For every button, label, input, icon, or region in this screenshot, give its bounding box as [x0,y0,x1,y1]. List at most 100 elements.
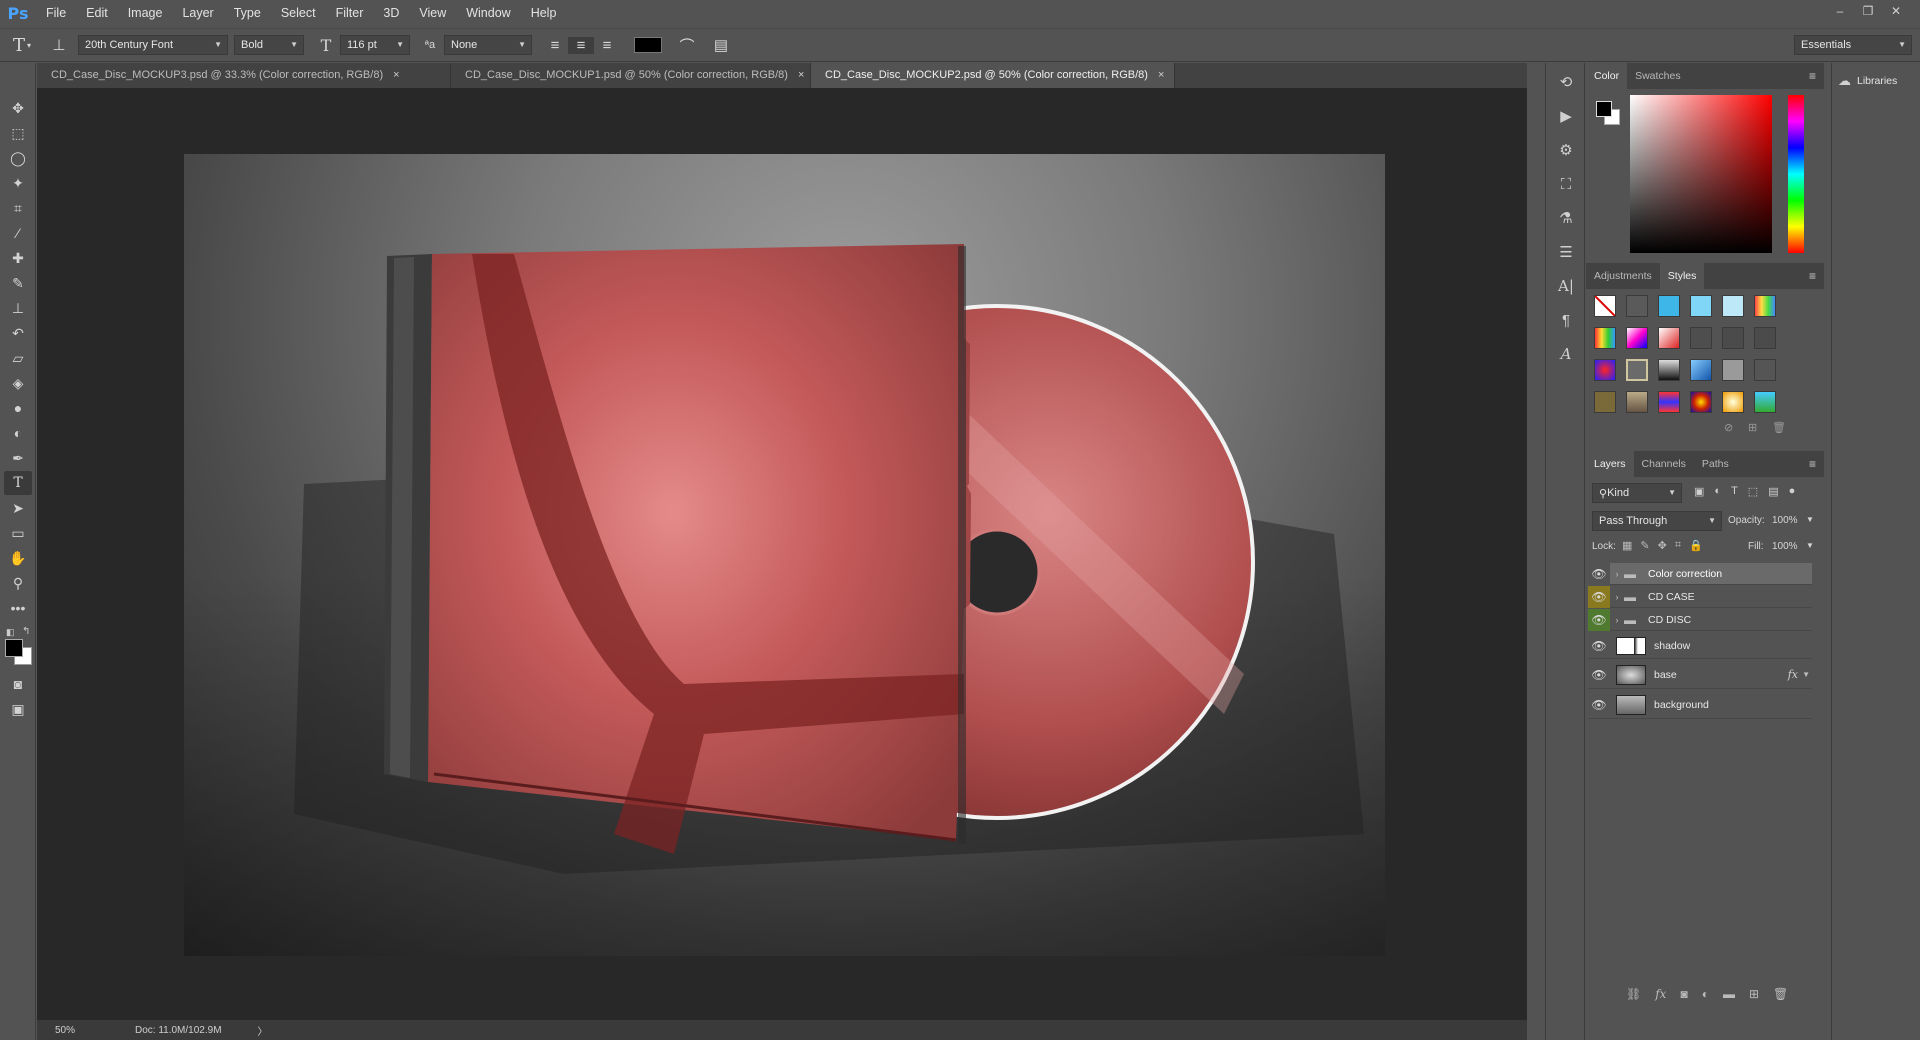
fx-expand-icon[interactable]: ▼ [1802,670,1810,679]
brush-tool-icon[interactable]: ✎ [4,271,32,295]
marquee-tool-icon[interactable]: ⬚ [4,121,32,145]
opacity-value[interactable]: 100% [1772,515,1798,526]
color-field[interactable] [1630,95,1772,253]
eraser-tool-icon[interactable]: ▱ [4,346,32,370]
align-right-icon[interactable]: ≡ [594,37,620,54]
menu-3d[interactable]: 3D [373,0,409,27]
workspace-select[interactable]: Essentials ▼ [1794,35,1912,55]
panel-menu-icon[interactable]: ≡ [1809,69,1816,83]
paint-bucket-tool-icon[interactable]: ◈ [4,371,32,395]
close-tab-icon[interactable]: × [798,63,804,88]
style-swatch[interactable] [1690,391,1712,413]
style-swatch[interactable] [1690,327,1712,349]
style-swatch[interactable] [1754,327,1776,349]
canvas-viewport[interactable] [37,88,1527,1008]
style-swatch[interactable] [1658,359,1680,381]
foreground-color-swatch[interactable] [5,639,23,657]
style-swatch[interactable] [1626,391,1648,413]
link-layers-icon[interactable]: ⛓ [1626,987,1641,1001]
style-swatch[interactable] [1690,295,1712,317]
status-arrow-icon[interactable]: 〉 [258,1023,268,1038]
visibility-eye-icon[interactable]: 👁 [1588,585,1610,608]
style-swatch[interactable] [1754,295,1776,317]
fill-value[interactable]: 100% [1772,541,1798,552]
adjust-sliders-icon[interactable]: ☰ [1550,237,1582,267]
new-layer-icon[interactable]: ⊞ [1749,987,1759,1001]
close-tab-icon[interactable]: × [1158,63,1164,88]
visibility-eye-icon[interactable]: 👁 [1588,608,1610,631]
layer-row[interactable]: 👁 shadow [1588,633,1812,659]
font-family-select[interactable]: 20th Century Font ▼ [78,35,228,55]
style-swatch[interactable] [1722,359,1744,381]
tab-channels[interactable]: Channels [1634,451,1694,477]
character-panel-icon[interactable]: ▤ [706,36,736,54]
style-swatch[interactable] [1626,327,1648,349]
style-swatch[interactable] [1626,359,1648,381]
antialias-select[interactable]: None ▼ [444,35,532,55]
document-tab[interactable]: CD_Case_Disc_MOCKUP3.psd @ 33.3% (Color … [37,63,451,88]
new-adjustment-icon[interactable]: ◐ [1702,987,1709,1001]
eyedropper-tool-icon[interactable]: ⁄ [4,221,32,245]
visibility-eye-icon[interactable]: 👁 [1588,694,1610,716]
visibility-eye-icon[interactable]: 👁 [1588,664,1610,686]
character-icon[interactable]: A| [1550,271,1582,301]
tab-styles[interactable]: Styles [1659,263,1705,289]
tab-layers[interactable]: Layers [1586,451,1634,477]
hand-tool-icon[interactable]: ✋ [4,546,32,570]
filter-type-icon[interactable]: T [1731,485,1738,498]
tab-adjustments[interactable]: Adjustments [1586,263,1660,289]
actions-play-icon[interactable]: ▶ [1550,101,1582,131]
menu-type[interactable]: Type [224,0,271,27]
type-tool-icon[interactable]: T [4,471,32,495]
lock-transparent-icon[interactable]: ▦ [1622,539,1632,552]
filter-pixel-icon[interactable]: ▣ [1694,485,1704,498]
menu-window[interactable]: Window [456,0,520,27]
blur-tool-icon[interactable]: ● [4,396,32,420]
move-tool-icon[interactable]: ✥ [4,96,32,120]
style-swatch[interactable] [1594,327,1616,349]
tab-swatches[interactable]: Swatches [1627,63,1689,89]
document-canvas[interactable] [184,154,1385,956]
layer-row[interactable]: 👁 › ▬ CD DISC [1588,608,1812,631]
close-tab-icon[interactable]: × [393,63,399,88]
align-left-icon[interactable]: ≡ [542,37,568,54]
delete-style-icon[interactable]: 🗑 [1772,421,1786,434]
screen-mode-icon[interactable]: ▣ [4,697,32,721]
zoom-tool-icon[interactable]: ⚲ [4,571,32,595]
style-swatch[interactable] [1594,359,1616,381]
doc-size[interactable]: Doc: 11.0M/102.9M [135,1025,222,1036]
delete-layer-icon[interactable]: 🗑 [1773,987,1788,1001]
document-tab[interactable]: CD_Case_Disc_MOCKUP1.psd @ 50% (Color co… [451,63,811,88]
expand-chevron-icon[interactable]: › [1610,615,1624,625]
lock-image-icon[interactable]: ✎ [1640,539,1649,552]
layer-row[interactable]: 👁 background [1588,691,1812,719]
canvas-scrollbar[interactable] [1527,63,1545,1020]
lock-position-icon[interactable]: ✥ [1658,539,1667,552]
type-tool-preset-icon[interactable]: T ▾ [0,35,44,56]
visibility-eye-icon[interactable]: 👁 [1588,635,1610,657]
pen-tool-icon[interactable]: ✒ [4,446,32,470]
dodge-tool-icon[interactable]: ◐ [4,421,32,445]
clone-source-icon[interactable]: ⛶ [1550,169,1582,199]
align-center-icon[interactable]: ≡ [568,36,594,54]
style-swatch[interactable] [1690,359,1712,381]
document-tab-active[interactable]: CD_Case_Disc_MOCKUP2.psd @ 50% (Color co… [811,63,1175,88]
menu-select[interactable]: Select [271,0,326,27]
clone-stamp-tool-icon[interactable]: ⊥ [4,296,32,320]
font-size-select[interactable]: 116 pt ▼ [340,35,410,55]
panel-menu-icon[interactable]: ≡ [1809,457,1816,471]
brush-presets-icon[interactable]: ⚗ [1550,203,1582,233]
menu-image[interactable]: Image [118,0,173,27]
default-colors-icon[interactable]: ◧ [6,627,15,638]
new-group-icon[interactable]: ▬ [1723,987,1735,1001]
menu-view[interactable]: View [409,0,456,27]
zoom-level[interactable]: 50% [37,1025,97,1036]
history-icon[interactable]: ⟲ [1550,67,1582,97]
menu-edit[interactable]: Edit [76,0,118,27]
fx-badge[interactable]: fx [1788,668,1798,681]
layer-row[interactable]: 👁 › ▬ CD CASE [1588,585,1812,608]
quick-mask-icon[interactable]: ◙ [4,672,32,696]
paragraph-icon[interactable]: ¶ [1550,305,1582,335]
expand-chevron-icon[interactable]: › [1610,592,1624,602]
style-swatch[interactable] [1626,295,1648,317]
